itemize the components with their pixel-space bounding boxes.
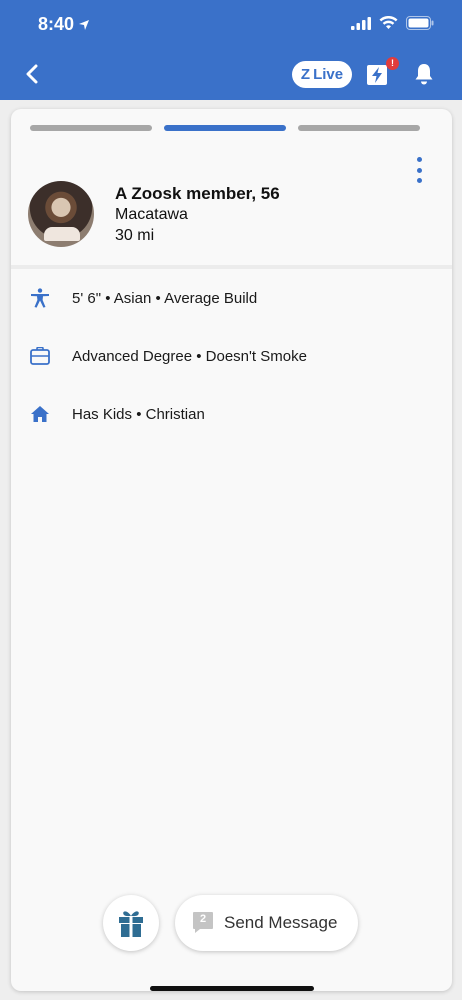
detail-text: Has Kids • Christian (72, 405, 205, 423)
zoosk-z-icon: Z (300, 66, 311, 83)
profile-name: A Zoosk member, 56 (115, 183, 280, 203)
profile-city: Macatawa (115, 205, 188, 223)
message-bubble-icon: 2 (192, 911, 214, 935)
notification-badge: ! (386, 57, 399, 70)
status-time: 8:40 (38, 14, 90, 35)
top-header: 8:40 Z Live ! (0, 0, 462, 100)
progress-segment-active[interactable] (164, 125, 286, 131)
profile-summary: A Zoosk member, 56 Macatawa 30 mi (115, 183, 280, 246)
detail-row-education: Advanced Degree • Doesn't Smoke (29, 344, 307, 368)
status-icons (351, 16, 434, 30)
message-count: 2 (199, 913, 207, 925)
progress-segment[interactable] (30, 125, 152, 131)
home-icon (29, 403, 51, 425)
send-gift-button[interactable] (103, 895, 159, 951)
profile-header: A Zoosk member, 56 Macatawa 30 mi (28, 181, 280, 247)
profile-screen: 8:40 Z Live ! A Zoosk member, 56 Macataw… (0, 0, 462, 1000)
notifications-button[interactable] (413, 62, 435, 86)
bell-icon (415, 64, 433, 85)
progress-segment[interactable] (298, 125, 420, 131)
briefcase-icon (29, 345, 51, 367)
detail-text: 5' 6" • Asian • Average Build (72, 289, 258, 307)
more-options-icon[interactable] (412, 157, 426, 183)
back-button[interactable] (18, 60, 46, 88)
zoosk-live-button[interactable]: Z Live (292, 61, 352, 88)
divider (11, 265, 452, 269)
battery-icon (406, 16, 434, 30)
send-message-label: Send Message (224, 913, 338, 932)
gift-icon (119, 911, 143, 937)
location-arrow-icon (79, 20, 90, 30)
profile-card: A Zoosk member, 56 Macatawa 30 mi 5' 6" … (11, 109, 452, 991)
wifi-icon (379, 16, 398, 29)
send-message-button[interactable]: 2 Send Message (175, 895, 358, 951)
home-indicator[interactable] (150, 986, 314, 991)
avatar[interactable] (28, 181, 94, 247)
status-time-label: 8:40 (38, 14, 75, 34)
live-label: Live (313, 66, 344, 83)
signal-icon (351, 16, 371, 30)
profile-distance: 30 mi (115, 226, 155, 244)
detail-text: Advanced Degree • Doesn't Smoke (72, 347, 307, 365)
detail-row-lifestyle: Has Kids • Christian (29, 402, 205, 426)
detail-row-appearance: 5' 6" • Asian • Average Build (29, 286, 257, 310)
chevron-left-icon (26, 64, 38, 84)
photo-progress (30, 125, 420, 131)
person-icon (29, 287, 51, 309)
